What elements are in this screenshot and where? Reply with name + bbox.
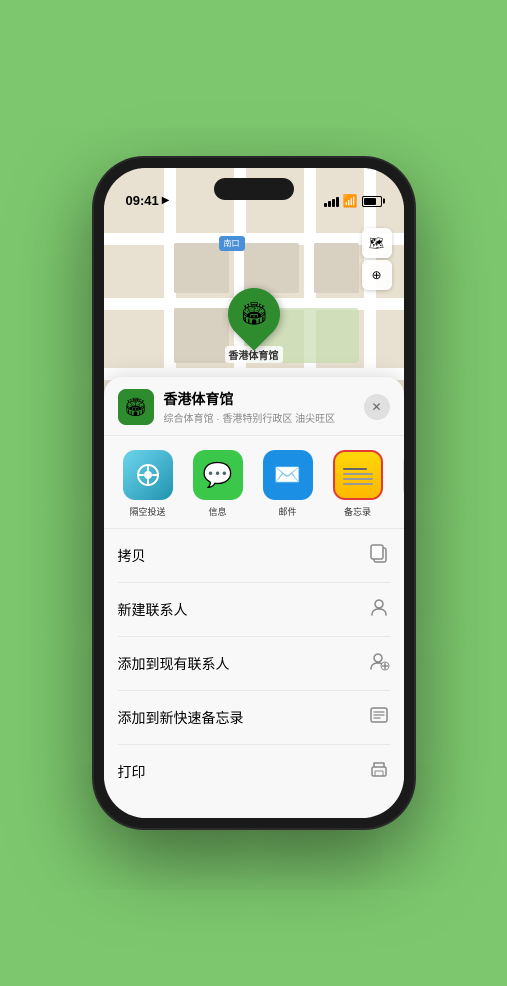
phone-frame: 09:41 ▶ 📶 — [94, 158, 414, 828]
copy-icon — [368, 542, 390, 569]
notes-label: 备忘录 — [344, 505, 371, 518]
bottom-sheet: 🏟 香港体育馆 综合体育馆 · 香港特别行政区 油尖旺区 ✕ — [104, 377, 404, 818]
quick-note-icon — [368, 704, 390, 731]
notes-icon[interactable] — [333, 450, 383, 500]
action-new-contact[interactable]: 新建联系人 — [118, 583, 390, 637]
add-contact-icon — [368, 650, 390, 677]
share-airdrop-item[interactable]: 隔空投送 — [118, 450, 178, 518]
messages-label: 信息 — [208, 505, 226, 518]
share-more-item[interactable]: 提 — [398, 450, 404, 518]
map-controls[interactable]: 🗺 ⊕ — [362, 228, 392, 290]
share-messages-item[interactable]: 💬 信息 — [188, 450, 248, 518]
action-print[interactable]: 打印 — [118, 745, 390, 798]
venue-name: 香港体育馆 — [164, 389, 364, 409]
action-copy-label: 拷贝 — [118, 546, 146, 566]
action-add-quick-note-label: 添加到新快速备忘录 — [118, 708, 244, 728]
venue-description: 综合体育馆 · 香港特别行政区 油尖旺区 — [164, 410, 364, 425]
messages-icon[interactable]: 💬 — [193, 450, 243, 500]
mail-icon[interactable]: ✉️ — [263, 450, 313, 500]
map-type-button[interactable]: 🗺 — [362, 228, 392, 258]
battery-icon — [362, 196, 382, 207]
print-icon — [368, 758, 390, 785]
map-south-entrance-label: 南口 — [219, 236, 245, 251]
action-add-existing[interactable]: 添加到现有联系人 — [118, 637, 390, 691]
share-notes-item[interactable]: 备忘录 — [328, 450, 388, 518]
notes-lines — [335, 458, 381, 489]
action-list: 拷贝 新建联系人 — [104, 529, 404, 798]
airdrop-label: 隔空投送 — [129, 505, 165, 518]
more-icon[interactable] — [403, 450, 404, 500]
share-mail-item[interactable]: ✉️ 邮件 — [258, 450, 318, 518]
share-row: 隔空投送 💬 信息 ✉️ 邮件 — [104, 436, 404, 529]
marker-pin: 🏟 — [217, 277, 291, 351]
stadium-marker: 🏟 香港体育馆 — [225, 288, 283, 363]
dynamic-island — [214, 178, 294, 200]
signal-bars-icon — [324, 195, 339, 207]
location-button[interactable]: ⊕ — [362, 260, 392, 290]
action-copy[interactable]: 拷贝 — [118, 529, 390, 583]
mail-label: 邮件 — [278, 505, 296, 518]
venue-emoji: 🏟 — [124, 397, 147, 418]
status-icons: 📶 — [324, 194, 382, 208]
venue-icon: 🏟 — [118, 389, 154, 425]
action-print-label: 打印 — [118, 762, 146, 782]
status-time: 09:41 — [126, 193, 159, 208]
close-button[interactable]: ✕ — [364, 394, 390, 420]
wifi-icon: 📶 — [343, 194, 358, 208]
action-add-existing-label: 添加到现有联系人 — [118, 654, 230, 674]
stadium-icon: 🏟 — [240, 301, 268, 327]
phone-screen: 09:41 ▶ 📶 — [104, 168, 404, 818]
airdrop-icon[interactable] — [123, 450, 173, 500]
action-new-contact-label: 新建联系人 — [118, 600, 188, 620]
action-add-quick-note[interactable]: 添加到新快速备忘录 — [118, 691, 390, 745]
venue-info: 香港体育馆 综合体育馆 · 香港特别行政区 油尖旺区 — [164, 389, 364, 425]
sheet-header: 🏟 香港体育馆 综合体育馆 · 香港特别行政区 油尖旺区 ✕ — [104, 377, 404, 436]
new-contact-icon — [368, 596, 390, 623]
location-arrow-icon: ▶ — [162, 195, 170, 206]
